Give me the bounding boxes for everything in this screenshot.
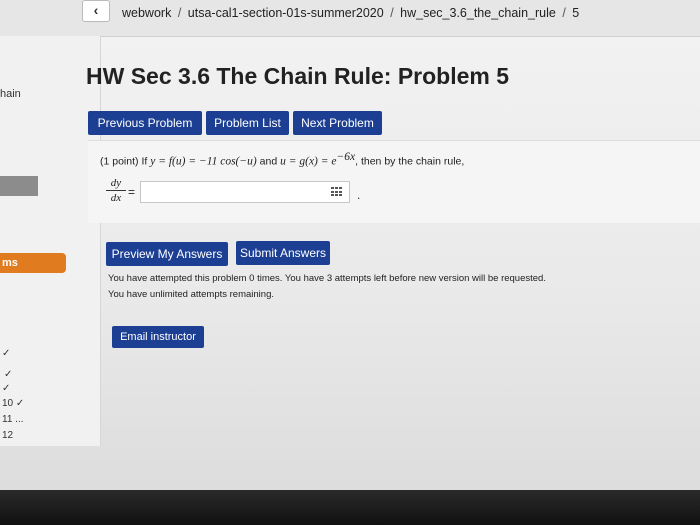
submit-answers-button[interactable]: Submit Answers bbox=[236, 241, 330, 265]
problem-statement: (1 point) If y = f(u) = −11 cos(−u) and … bbox=[100, 151, 465, 168]
inner-function: u = g(x) = e bbox=[280, 155, 337, 168]
equation-editor-icon[interactable] bbox=[331, 187, 343, 197]
breadcrumb-item-course[interactable]: utsa-cal1-section-01s-summer2020 bbox=[188, 6, 384, 20]
breadcrumb-item-problem: 5 bbox=[572, 6, 580, 20]
equals-sign: = bbox=[128, 185, 136, 199]
page-title: HW Sec 3.6 The Chain Rule: Problem 5 bbox=[86, 63, 510, 89]
attempts-remaining-message: You have unlimited attempts remaining. bbox=[108, 289, 274, 300]
points-label: (1 point) bbox=[100, 155, 139, 168]
answer-input[interactable] bbox=[140, 181, 350, 203]
preview-answers-button[interactable]: Preview My Answers bbox=[106, 242, 228, 266]
breadcrumb-item-webwork[interactable]: webwork bbox=[122, 6, 171, 20]
monitor-bezel bbox=[0, 490, 700, 525]
fraction-numerator: dy bbox=[110, 177, 122, 189]
sidebar-problem-11[interactable]: 11 ... bbox=[2, 414, 24, 425]
breadcrumb-item-set[interactable]: hw_sec_3.6_the_chain_rule bbox=[400, 6, 556, 20]
fraction-denominator: dx bbox=[110, 192, 122, 204]
derivative-fraction: dy dx bbox=[106, 177, 126, 204]
problem-list-button[interactable]: Problem List bbox=[206, 111, 289, 135]
sidebar-problem-mark[interactable]: ✓ bbox=[2, 348, 10, 359]
sidebar-problem-12[interactable]: 12 bbox=[2, 430, 13, 441]
exponent: −6x bbox=[336, 151, 356, 163]
attempts-message: You have attempted this problem 0 times.… bbox=[108, 273, 546, 284]
sidebar-active-item[interactable] bbox=[0, 176, 38, 196]
sidebar-problem-mark[interactable]: ✓ bbox=[2, 383, 10, 394]
statement-period: . bbox=[357, 188, 361, 202]
browser-screen: ‹ webwork / utsa-cal1-section-01s-summer… bbox=[0, 0, 700, 500]
sidebar: hain ms ✓ ✓ ✓ 10 ✓ 11 ... 12 bbox=[0, 36, 101, 446]
breadcrumb: webwork / utsa-cal1-section-01s-summer20… bbox=[122, 6, 580, 20]
sidebar-section-header[interactable]: ms bbox=[0, 253, 66, 273]
sidebar-set-title[interactable]: hain bbox=[0, 88, 21, 100]
back-button[interactable]: ‹ bbox=[82, 0, 110, 22]
sidebar-problem-mark[interactable]: ✓ bbox=[4, 369, 12, 380]
breadcrumb-bar: ‹ webwork / utsa-cal1-section-01s-summer… bbox=[0, 0, 700, 37]
next-problem-button[interactable]: Next Problem bbox=[293, 111, 382, 135]
previous-problem-button[interactable]: Previous Problem bbox=[88, 111, 202, 135]
sidebar-problem-10[interactable]: 10 ✓ bbox=[2, 398, 24, 409]
chevron-left-icon: ‹ bbox=[93, 2, 99, 18]
email-instructor-button[interactable]: Email instructor bbox=[112, 326, 204, 348]
function-definition: y = f(u) = −11 cos(−u) bbox=[150, 155, 257, 168]
